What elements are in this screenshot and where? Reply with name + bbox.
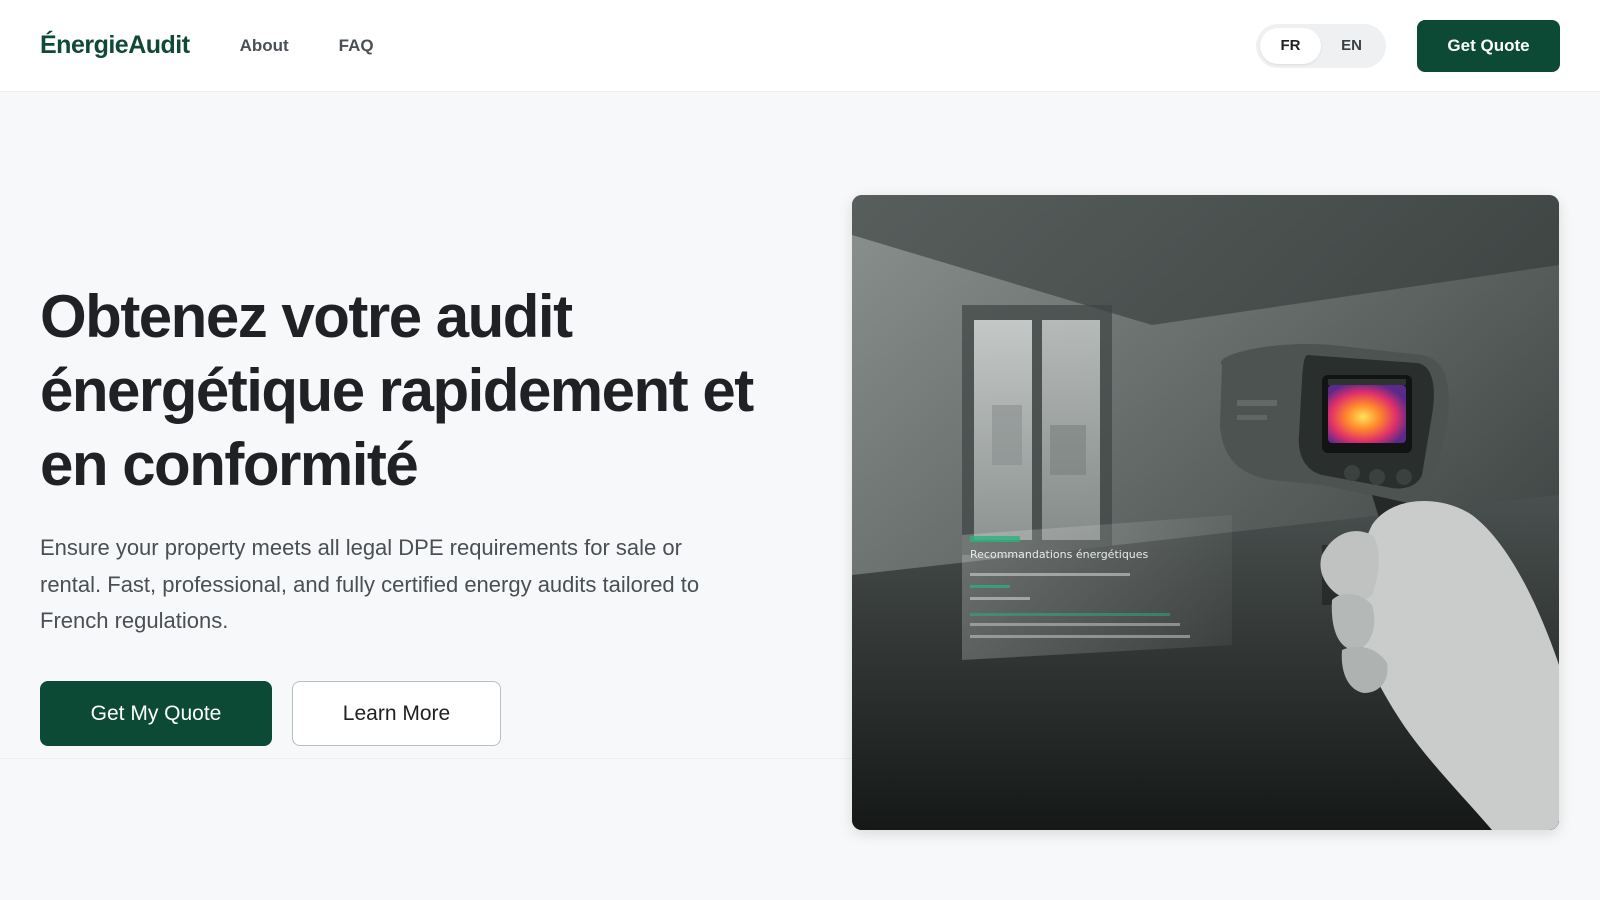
language-option-fr[interactable]: FR [1260, 27, 1321, 64]
hero-illustration: Recommandations énergétiques [852, 195, 1559, 830]
get-quote-button[interactable]: Get Quote [1417, 19, 1560, 72]
brand-logo[interactable]: ÉnergieAudit [40, 31, 190, 60]
thermal-display [1328, 385, 1406, 443]
section-divider [0, 758, 852, 759]
overlay-heading: Recommandations énergétiques [970, 548, 1149, 561]
hero-title: Obtenez votre audit énergétique rapideme… [40, 283, 754, 498]
info-overlay-panel: Recommandations énergétiques [962, 515, 1232, 660]
get-my-quote-button[interactable]: Get My Quote [40, 681, 272, 746]
nav-link-about[interactable]: About [240, 36, 289, 56]
hero-image-thermal-camera: Recommandations énergétiques [852, 195, 1559, 830]
learn-more-button[interactable]: Learn More [292, 681, 501, 746]
nav-link-faq[interactable]: FAQ [339, 36, 374, 56]
top-navbar: ÉnergieAudit About FAQ FR EN Get Quote [0, 0, 1600, 92]
language-option-en[interactable]: EN [1321, 28, 1382, 64]
language-toggle: FR EN [1256, 23, 1386, 68]
room-window [962, 305, 1112, 555]
hero-subtitle: Ensure your property meets all legal DPE… [40, 535, 700, 633]
